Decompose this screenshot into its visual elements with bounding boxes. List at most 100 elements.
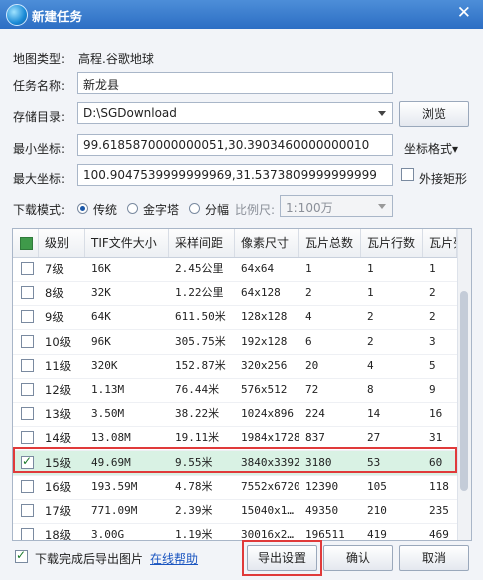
outer-rect-checkbox[interactable] bbox=[401, 168, 414, 181]
vertical-scrollbar[interactable] bbox=[457, 229, 471, 540]
table-row[interactable]: 8级 32K 1.22公里 64x128 2 1 2 bbox=[13, 281, 457, 307]
cell-pixels: 192x128 bbox=[241, 334, 288, 348]
col-tile-total[interactable]: 瓦片总数 bbox=[299, 229, 361, 257]
close-icon[interactable]: ✕ bbox=[457, 3, 471, 23]
cell-level: 9级 bbox=[45, 310, 64, 325]
cell-size: 193.59M bbox=[91, 479, 138, 493]
browse-button[interactable]: 浏览 bbox=[399, 101, 469, 127]
col-tile-cols[interactable]: 瓦片列 bbox=[423, 229, 457, 257]
col-tile-rows[interactable]: 瓦片行数 bbox=[361, 229, 423, 257]
table-row[interactable]: 11级 320K 152.87米 320x256 20 4 5 bbox=[13, 354, 457, 379]
radio-sheet-label: 分幅 bbox=[205, 203, 230, 217]
coord-format-dropdown[interactable]: 坐标格式▾ bbox=[404, 140, 458, 157]
row-checkbox[interactable] bbox=[21, 407, 34, 421]
cell-size: 16K bbox=[91, 262, 111, 275]
online-help-link[interactable]: 在线帮助 bbox=[150, 550, 198, 567]
col-pixels[interactable]: 像素尺寸 bbox=[235, 229, 299, 257]
cell-rows: 4 bbox=[367, 358, 374, 372]
cell-spacing: 611.50米 bbox=[175, 310, 226, 324]
cell-pixels: 3840x3392 bbox=[241, 455, 299, 469]
cell-size: 320K bbox=[91, 358, 118, 372]
table-row[interactable]: 14级 13.08M 19.11米 1984x1728 837 27 31 bbox=[13, 426, 457, 452]
cell-spacing: 76.44米 bbox=[175, 383, 220, 396]
cell-cols: 9 bbox=[429, 383, 436, 396]
cell-size: 1.13M bbox=[91, 383, 125, 396]
row-checkbox[interactable] bbox=[21, 528, 34, 540]
cell-pixels: 30016x2… bbox=[241, 528, 294, 541]
cell-size: 3.50M bbox=[91, 407, 125, 421]
cell-tiles: 6 bbox=[305, 334, 312, 348]
row-checkbox[interactable] bbox=[21, 286, 34, 300]
radio-traditional[interactable] bbox=[77, 203, 88, 214]
scrollbar-thumb[interactable] bbox=[460, 291, 468, 491]
row-checkbox[interactable] bbox=[21, 310, 34, 324]
cell-cols: 469 bbox=[429, 528, 449, 541]
cell-tiles: 2 bbox=[305, 286, 312, 300]
cell-tiles: 837 bbox=[305, 431, 325, 445]
table-row[interactable]: 18级 3.00G 1.19米 30016x2… 196511 419 469 bbox=[13, 523, 457, 541]
cell-cols: 5 bbox=[429, 358, 436, 372]
cell-rows: 105 bbox=[367, 479, 387, 493]
min-coord-label: 最小坐标: bbox=[13, 142, 66, 156]
table-row[interactable]: 13级 3.50M 38.22米 1024x896 224 14 16 bbox=[13, 402, 457, 428]
globe-icon bbox=[6, 4, 28, 26]
table-row[interactable]: 12级 1.13M 76.44米 576x512 72 8 9 bbox=[13, 378, 457, 403]
cell-spacing: 1.19米 bbox=[175, 528, 213, 541]
row-checkbox[interactable] bbox=[21, 383, 34, 396]
row-checkbox[interactable] bbox=[21, 262, 34, 275]
row-checkbox[interactable] bbox=[21, 504, 34, 517]
max-coord-input[interactable]: 100.9047539999999969,31.5373809999999999 bbox=[77, 164, 393, 186]
cell-pixels: 15040x1… bbox=[241, 504, 294, 517]
ok-button[interactable]: 确认 bbox=[323, 545, 393, 571]
cell-spacing: 305.75米 bbox=[175, 334, 226, 348]
table-row[interactable]: 9级 64K 611.50米 128x128 4 2 2 bbox=[13, 305, 457, 331]
col-level[interactable]: 级别 bbox=[39, 229, 85, 257]
cell-rows: 2 bbox=[367, 310, 374, 324]
cell-tiles: 3180 bbox=[305, 455, 332, 469]
window-title: 新建任务 bbox=[32, 9, 83, 24]
cell-pixels: 576x512 bbox=[241, 383, 288, 396]
row-checkbox[interactable] bbox=[21, 454, 34, 469]
cell-size: 32K bbox=[91, 286, 111, 300]
cell-spacing: 152.87米 bbox=[175, 358, 226, 372]
task-name-label: 任务名称: bbox=[13, 79, 66, 93]
chevron-down-icon bbox=[378, 111, 386, 116]
cell-rows: 1 bbox=[367, 262, 374, 275]
export-after-checkbox[interactable] bbox=[15, 548, 28, 563]
table-row[interactable]: 17级 771.09M 2.39米 15040x1… 49350 210 235 bbox=[13, 499, 457, 524]
min-coord-input[interactable]: 99.6185870000000051,30.3903460000000010 bbox=[77, 134, 393, 156]
col-tif-size[interactable]: TIF文件大小 bbox=[85, 229, 169, 257]
scale-combo[interactable]: 1:100万 bbox=[280, 195, 393, 217]
cell-spacing: 4.78米 bbox=[175, 479, 213, 493]
cell-tiles: 49350 bbox=[305, 504, 339, 517]
download-mode-label: 下载模式: bbox=[13, 203, 66, 217]
cell-level: 11级 bbox=[45, 358, 72, 373]
cell-pixels: 1024x896 bbox=[241, 407, 294, 421]
cell-level: 12级 bbox=[45, 383, 72, 397]
export-settings-button[interactable]: 导出设置 bbox=[247, 545, 317, 571]
table-row[interactable]: 15级 49.69M 9.55米 3840x3392 3180 53 60 bbox=[13, 450, 457, 476]
scale-label: 比例尺: bbox=[235, 203, 276, 217]
storage-dir-combo[interactable]: D:\SGDownload bbox=[77, 102, 393, 124]
table-row[interactable]: 16级 193.59M 4.78米 7552x6720 12390 105 118 bbox=[13, 475, 457, 500]
col-spacing[interactable]: 采样间距 bbox=[169, 229, 235, 257]
cell-cols: 118 bbox=[429, 479, 449, 493]
radio-sheet[interactable] bbox=[189, 203, 200, 214]
cancel-button[interactable]: 取消 bbox=[399, 545, 469, 571]
table-row[interactable]: 10级 96K 305.75米 192x128 6 2 3 bbox=[13, 330, 457, 355]
row-checkbox[interactable] bbox=[21, 431, 34, 445]
row-checkbox[interactable] bbox=[21, 334, 34, 348]
table-row[interactable]: 7级 16K 2.45公里 64x64 1 1 1 bbox=[13, 257, 457, 282]
row-checkbox[interactable] bbox=[21, 358, 34, 372]
radio-pyramid[interactable] bbox=[127, 203, 138, 214]
storage-dir-value: D:\SGDownload bbox=[83, 106, 177, 120]
cell-level: 10级 bbox=[45, 334, 72, 349]
task-name-input[interactable]: 新龙县 bbox=[77, 72, 393, 94]
select-all-checkbox[interactable] bbox=[20, 237, 33, 250]
row-checkbox[interactable] bbox=[21, 479, 34, 493]
cell-tiles: 196511 bbox=[305, 528, 345, 541]
cell-level: 13级 bbox=[45, 407, 72, 422]
storage-label: 存储目录: bbox=[13, 110, 66, 124]
cell-cols: 60 bbox=[429, 455, 443, 469]
cell-rows: 2 bbox=[367, 334, 374, 348]
